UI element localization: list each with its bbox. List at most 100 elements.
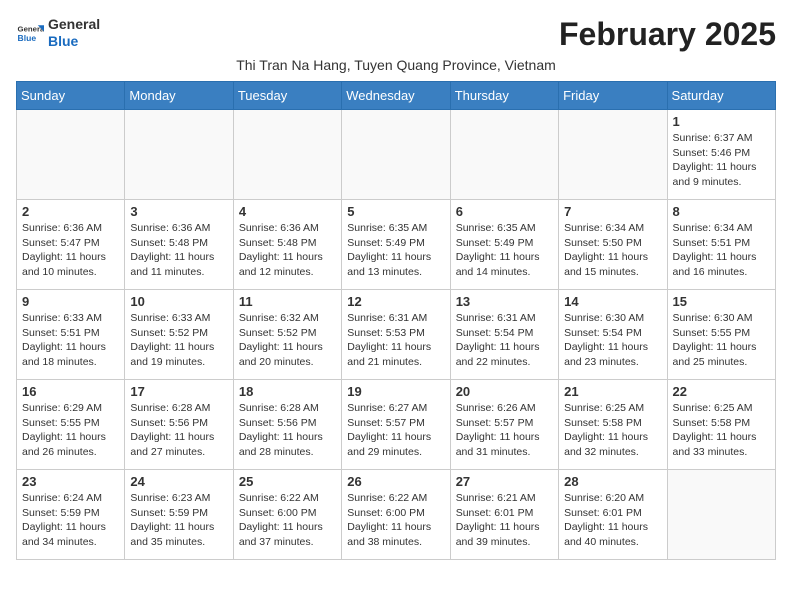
day-number: 20 [456,384,553,399]
day-number: 22 [673,384,770,399]
day-number: 13 [456,294,553,309]
day-info: Sunrise: 6:35 AM Sunset: 5:49 PM Dayligh… [347,221,444,280]
calendar-cell: 12 Sunrise: 6:31 AM Sunset: 5:53 PM Dayli… [342,290,450,380]
day-info: Sunrise: 6:30 AM Sunset: 5:55 PM Dayligh… [673,311,770,370]
header-thursday: Thursday [450,82,558,110]
day-number: 12 [347,294,444,309]
day-number: 6 [456,204,553,219]
calendar-cell: 14 Sunrise: 6:30 AM Sunset: 5:54 PM Dayli… [559,290,667,380]
week-row-3: 9 Sunrise: 6:33 AM Sunset: 5:51 PM Daylig… [17,290,776,380]
calendar-cell: 2 Sunrise: 6:36 AM Sunset: 5:47 PM Daylig… [17,200,125,290]
logo-blue: Blue [48,33,78,49]
header-tuesday: Tuesday [233,82,341,110]
logo-text: General Blue [48,16,100,50]
day-info: Sunrise: 6:25 AM Sunset: 5:58 PM Dayligh… [564,401,661,460]
day-info: Sunrise: 6:23 AM Sunset: 5:59 PM Dayligh… [130,491,227,550]
calendar-cell [667,470,775,560]
calendar-cell: 26 Sunrise: 6:22 AM Sunset: 6:00 PM Dayli… [342,470,450,560]
day-number: 9 [22,294,119,309]
day-number: 8 [673,204,770,219]
calendar-cell [233,110,341,200]
day-number: 19 [347,384,444,399]
day-number: 2 [22,204,119,219]
day-info: Sunrise: 6:26 AM Sunset: 5:57 PM Dayligh… [456,401,553,460]
calendar-cell: 19 Sunrise: 6:27 AM Sunset: 5:57 PM Dayli… [342,380,450,470]
day-number: 15 [673,294,770,309]
day-info: Sunrise: 6:31 AM Sunset: 5:53 PM Dayligh… [347,311,444,370]
calendar-cell: 17Sunrise: 6:28 AM Sunset: 5:56 PM Dayli… [125,380,233,470]
day-info: Sunrise: 6:28 AM Sunset: 5:56 PM Dayligh… [239,401,336,460]
calendar-cell: 18 Sunrise: 6:28 AM Sunset: 5:56 PM Dayli… [233,380,341,470]
calendar-cell: 4 Sunrise: 6:36 AM Sunset: 5:48 PM Daylig… [233,200,341,290]
day-info: Sunrise: 6:33 AM Sunset: 5:52 PM Dayligh… [130,311,227,370]
day-number: 10 [130,294,227,309]
calendar-cell [342,110,450,200]
day-info: Sunrise: 6:22 AM Sunset: 6:00 PM Dayligh… [239,491,336,550]
day-info: Sunrise: 6:32 AM Sunset: 5:52 PM Dayligh… [239,311,336,370]
day-number: 1 [673,114,770,129]
day-number: 14 [564,294,661,309]
week-row-2: 2 Sunrise: 6:36 AM Sunset: 5:47 PM Daylig… [17,200,776,290]
calendar-cell: 3Sunrise: 6:36 AM Sunset: 5:48 PM Daylig… [125,200,233,290]
calendar-cell: 27Sunrise: 6:21 AM Sunset: 6:01 PM Dayli… [450,470,558,560]
day-number: 3 [130,204,227,219]
month-title: February 2025 [559,16,776,53]
day-number: 11 [239,294,336,309]
calendar-cell: 28 Sunrise: 6:20 AM Sunset: 6:01 PM Dayli… [559,470,667,560]
day-info: Sunrise: 6:25 AM Sunset: 5:58 PM Dayligh… [673,401,770,460]
day-number: 21 [564,384,661,399]
week-row-4: 16Sunrise: 6:29 AM Sunset: 5:55 PM Dayli… [17,380,776,470]
calendar-cell: 22 Sunrise: 6:25 AM Sunset: 5:58 PM Dayli… [667,380,775,470]
header-wednesday: Wednesday [342,82,450,110]
week-row-5: 23 Sunrise: 6:24 AM Sunset: 5:59 PM Dayli… [17,470,776,560]
calendar-cell: 9 Sunrise: 6:33 AM Sunset: 5:51 PM Daylig… [17,290,125,380]
calendar-cell: 20 Sunrise: 6:26 AM Sunset: 5:57 PM Dayli… [450,380,558,470]
logo-general: General [48,16,100,32]
header-saturday: Saturday [667,82,775,110]
day-info: Sunrise: 6:27 AM Sunset: 5:57 PM Dayligh… [347,401,444,460]
day-number: 26 [347,474,444,489]
calendar-cell [559,110,667,200]
day-info: Sunrise: 6:21 AM Sunset: 6:01 PM Dayligh… [456,491,553,550]
calendar-cell: 25 Sunrise: 6:22 AM Sunset: 6:00 PM Dayli… [233,470,341,560]
day-info: Sunrise: 6:31 AM Sunset: 5:54 PM Dayligh… [456,311,553,370]
calendar: SundayMondayTuesdayWednesdayThursdayFrid… [16,81,776,560]
day-info: Sunrise: 6:36 AM Sunset: 5:47 PM Dayligh… [22,221,119,280]
calendar-cell [17,110,125,200]
day-number: 24 [130,474,227,489]
day-number: 25 [239,474,336,489]
calendar-cell: 11 Sunrise: 6:32 AM Sunset: 5:52 PM Dayli… [233,290,341,380]
day-info: Sunrise: 6:30 AM Sunset: 5:54 PM Dayligh… [564,311,661,370]
day-info: Sunrise: 6:35 AM Sunset: 5:49 PM Dayligh… [456,221,553,280]
day-info: Sunrise: 6:33 AM Sunset: 5:51 PM Dayligh… [22,311,119,370]
header-friday: Friday [559,82,667,110]
day-info: Sunrise: 6:24 AM Sunset: 5:59 PM Dayligh… [22,491,119,550]
day-info: Sunrise: 6:20 AM Sunset: 6:01 PM Dayligh… [564,491,661,550]
subtitle: Thi Tran Na Hang, Tuyen Quang Province, … [16,57,776,73]
calendar-cell: 15 Sunrise: 6:30 AM Sunset: 5:55 PM Dayli… [667,290,775,380]
calendar-cell: 10 Sunrise: 6:33 AM Sunset: 5:52 PM Dayli… [125,290,233,380]
day-number: 17 [130,384,227,399]
logo: General Blue General Blue [16,16,100,50]
calendar-header-row: SundayMondayTuesdayWednesdayThursdayFrid… [17,82,776,110]
day-info: Sunrise: 6:34 AM Sunset: 5:51 PM Dayligh… [673,221,770,280]
logo-icon: General Blue [16,19,44,47]
header-sunday: Sunday [17,82,125,110]
day-number: 16 [22,384,119,399]
header-monday: Monday [125,82,233,110]
calendar-cell [450,110,558,200]
day-number: 28 [564,474,661,489]
calendar-cell: 7Sunrise: 6:34 AM Sunset: 5:50 PM Daylig… [559,200,667,290]
day-info: Sunrise: 6:22 AM Sunset: 6:00 PM Dayligh… [347,491,444,550]
day-number: 23 [22,474,119,489]
day-number: 7 [564,204,661,219]
day-number: 4 [239,204,336,219]
calendar-cell [125,110,233,200]
calendar-cell: 1Sunrise: 6:37 AM Sunset: 5:46 PM Daylig… [667,110,775,200]
calendar-cell: 24 Sunrise: 6:23 AM Sunset: 5:59 PM Dayli… [125,470,233,560]
calendar-cell: 16Sunrise: 6:29 AM Sunset: 5:55 PM Dayli… [17,380,125,470]
day-info: Sunrise: 6:36 AM Sunset: 5:48 PM Dayligh… [239,221,336,280]
calendar-cell: 23 Sunrise: 6:24 AM Sunset: 5:59 PM Dayli… [17,470,125,560]
day-number: 18 [239,384,336,399]
week-row-1: 1Sunrise: 6:37 AM Sunset: 5:46 PM Daylig… [17,110,776,200]
